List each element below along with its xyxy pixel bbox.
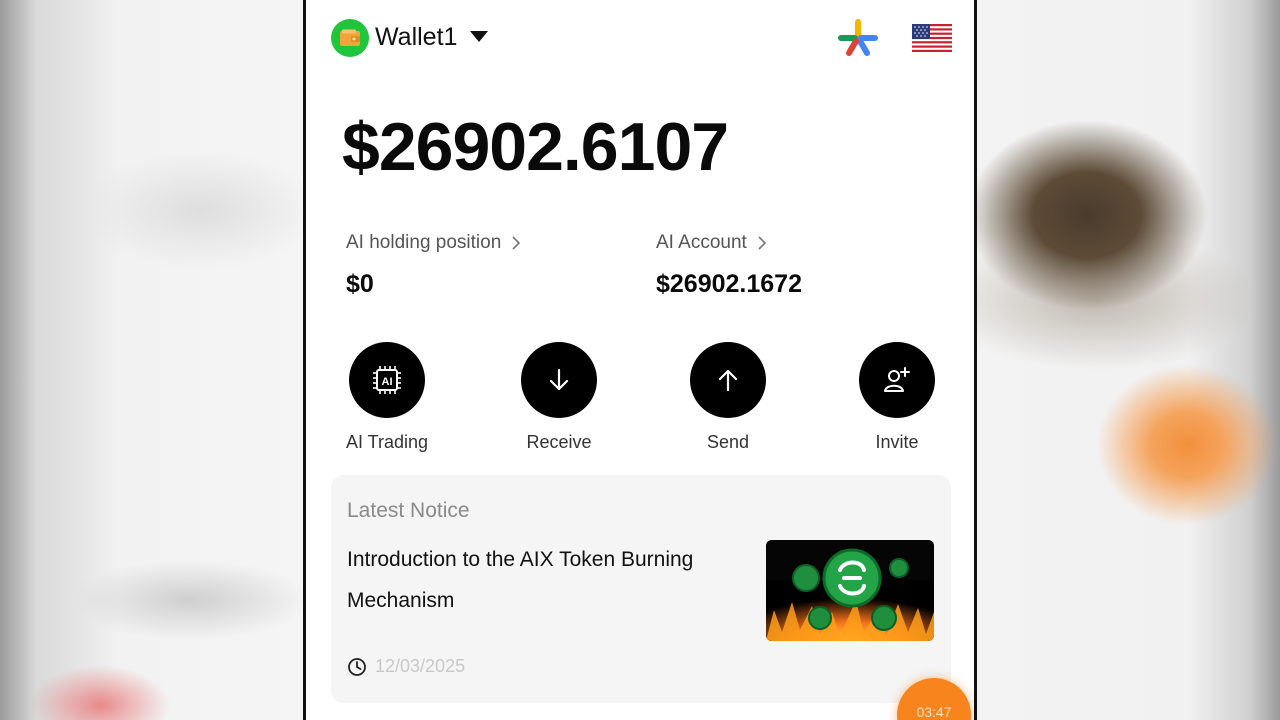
total-balance: $26902.6107	[342, 109, 729, 185]
us-flag-icon[interactable]	[912, 24, 952, 52]
latest-notice-card[interactable]: Latest Notice Introduction to the AIX To…	[331, 475, 951, 703]
invite-button[interactable]: Invite	[837, 340, 957, 453]
send-button[interactable]: Send	[668, 340, 788, 453]
chevron-right-icon	[512, 236, 521, 250]
clock-icon	[348, 657, 366, 676]
notice-heading: Latest Notice	[347, 499, 470, 522]
wallet-name[interactable]: Wallet1	[375, 23, 457, 52]
add-user-icon	[859, 342, 935, 418]
wallet-screen: Wallet1 $26902.6107 AI holding position …	[303, 0, 977, 720]
timer-text: 03:47	[916, 704, 952, 720]
ai-account[interactable]: AI Account $26902.1672	[656, 230, 802, 299]
ai-account-label: AI Account	[656, 232, 747, 253]
ai-account-value: $26902.1672	[656, 270, 802, 298]
blurred-background-left	[0, 0, 304, 720]
receive-button[interactable]: Receive	[499, 340, 619, 453]
arrow-down-icon	[521, 342, 597, 418]
chevron-down-icon[interactable]	[469, 30, 489, 44]
google-assistant-icon[interactable]	[837, 18, 879, 58]
wallet-icon[interactable]	[331, 19, 369, 57]
send-label: Send	[706, 432, 750, 452]
chevron-right-icon	[758, 236, 766, 250]
ai-holding-position-value: $0	[346, 270, 374, 298]
ai-chip-icon: AI	[349, 342, 425, 418]
svg-text:AI: AI	[382, 376, 393, 388]
ai-holding-position-label: AI holding position	[346, 232, 502, 253]
arrow-up-icon	[690, 342, 766, 418]
ai-trading-button[interactable]: AI AI Trading	[327, 340, 447, 453]
quick-actions: AI AI Trading Receive Send Invite	[306, 340, 974, 460]
ai-holding-position[interactable]: AI holding position $0	[346, 230, 521, 299]
notice-thumbnail[interactable]	[766, 540, 934, 641]
invite-label: Invite	[875, 432, 919, 452]
notice-date: 12/03/2025	[347, 656, 465, 677]
top-bar: Wallet1	[306, 18, 974, 58]
blurred-background-right	[977, 0, 1280, 720]
notice-title[interactable]: Introduction to the AIX Token Burning Me…	[347, 539, 707, 621]
notice-date-text: 12/03/2025	[375, 656, 466, 676]
receive-label: Receive	[526, 432, 592, 452]
ai-trading-label: AI Trading	[345, 432, 429, 452]
